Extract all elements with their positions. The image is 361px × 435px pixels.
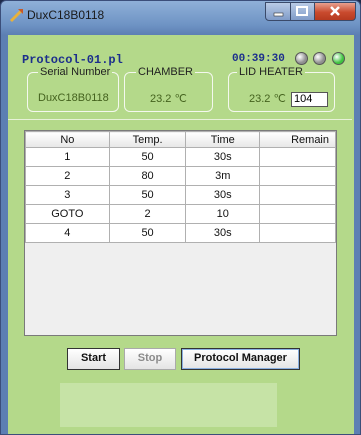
protocol-table: No Temp. Time Remain 1 50 30s 2 80 3m 3 … <box>25 131 336 243</box>
cell-time[interactable]: 3m <box>185 166 261 186</box>
cell-remain[interactable] <box>259 204 336 224</box>
cell-temp[interactable]: 80 <box>108 166 187 186</box>
cell-remain[interactable] <box>259 166 336 186</box>
cell-no[interactable]: GOTO <box>25 204 110 224</box>
close-button[interactable] <box>314 2 356 21</box>
elapsed-timer: 00:39:30 <box>232 53 285 65</box>
column-header-remain[interactable]: Remain <box>259 131 336 148</box>
close-icon <box>330 6 340 16</box>
maximize-icon <box>296 6 308 16</box>
cell-temp[interactable]: 50 <box>108 185 187 205</box>
cell-time[interactable]: 30s <box>185 147 261 167</box>
cell-no[interactable]: 1 <box>25 147 110 167</box>
cell-no[interactable]: 4 <box>25 223 110 243</box>
cell-remain[interactable] <box>259 185 336 205</box>
stop-button[interactable]: Stop <box>124 348 176 370</box>
start-button[interactable]: Start <box>67 348 120 370</box>
cell-remain[interactable] <box>259 147 336 167</box>
status-panel <box>60 383 277 427</box>
table-row[interactable]: 3 50 30s <box>25 185 336 205</box>
table-header-row: No Temp. Time Remain <box>25 131 336 148</box>
table-row[interactable]: GOTO 2 10 <box>25 204 336 224</box>
cell-temp[interactable]: 50 <box>108 147 187 167</box>
chamber-temperature: 23.2 ℃ <box>150 93 187 105</box>
cell-temp[interactable]: 2 <box>108 204 187 224</box>
minimize-icon <box>273 12 284 17</box>
status-led-gray-1 <box>295 52 308 65</box>
serial-number-value: DuxC18B0118 <box>38 92 109 104</box>
cell-no[interactable]: 2 <box>25 166 110 186</box>
protocol-name: Protocol-01.pl <box>22 53 123 67</box>
status-led-gray-2 <box>313 52 326 65</box>
table-row[interactable]: 2 80 3m <box>25 166 336 186</box>
lid-heater-label: LID HEATER <box>237 66 305 78</box>
serial-number-label: Serial Number <box>38 66 113 78</box>
cell-no[interactable]: 3 <box>25 185 110 205</box>
protocol-grid[interactable]: No Temp. Time Remain 1 50 30s 2 80 3m 3 … <box>24 130 337 336</box>
chamber-label: CHAMBER <box>136 66 196 78</box>
column-header-temp[interactable]: Temp. <box>108 131 187 148</box>
protocol-manager-button[interactable]: Protocol Manager <box>181 348 300 370</box>
minimize-button[interactable] <box>265 2 291 21</box>
title-bar[interactable]: DuxC18B0118 <box>1 1 360 35</box>
cell-time[interactable]: 30s <box>185 223 261 243</box>
lid-heater-setpoint-input[interactable]: 104 <box>291 92 328 107</box>
cell-temp[interactable]: 50 <box>108 223 187 243</box>
cell-time[interactable]: 10 <box>185 204 261 224</box>
app-icon <box>10 9 23 22</box>
cell-time[interactable]: 30s <box>185 185 261 205</box>
status-led-green <box>332 52 345 65</box>
cell-remain[interactable] <box>259 223 336 243</box>
window-title: DuxC18B0118 <box>27 8 105 22</box>
table-row[interactable]: 4 50 30s <box>25 223 336 243</box>
divider <box>8 119 352 120</box>
table-row[interactable]: 1 50 30s <box>25 147 336 167</box>
column-header-no[interactable]: No <box>25 131 110 148</box>
column-header-time[interactable]: Time <box>185 131 261 148</box>
lid-heater-temperature: 23.2 ℃ <box>249 93 286 105</box>
maximize-button[interactable] <box>290 2 315 21</box>
